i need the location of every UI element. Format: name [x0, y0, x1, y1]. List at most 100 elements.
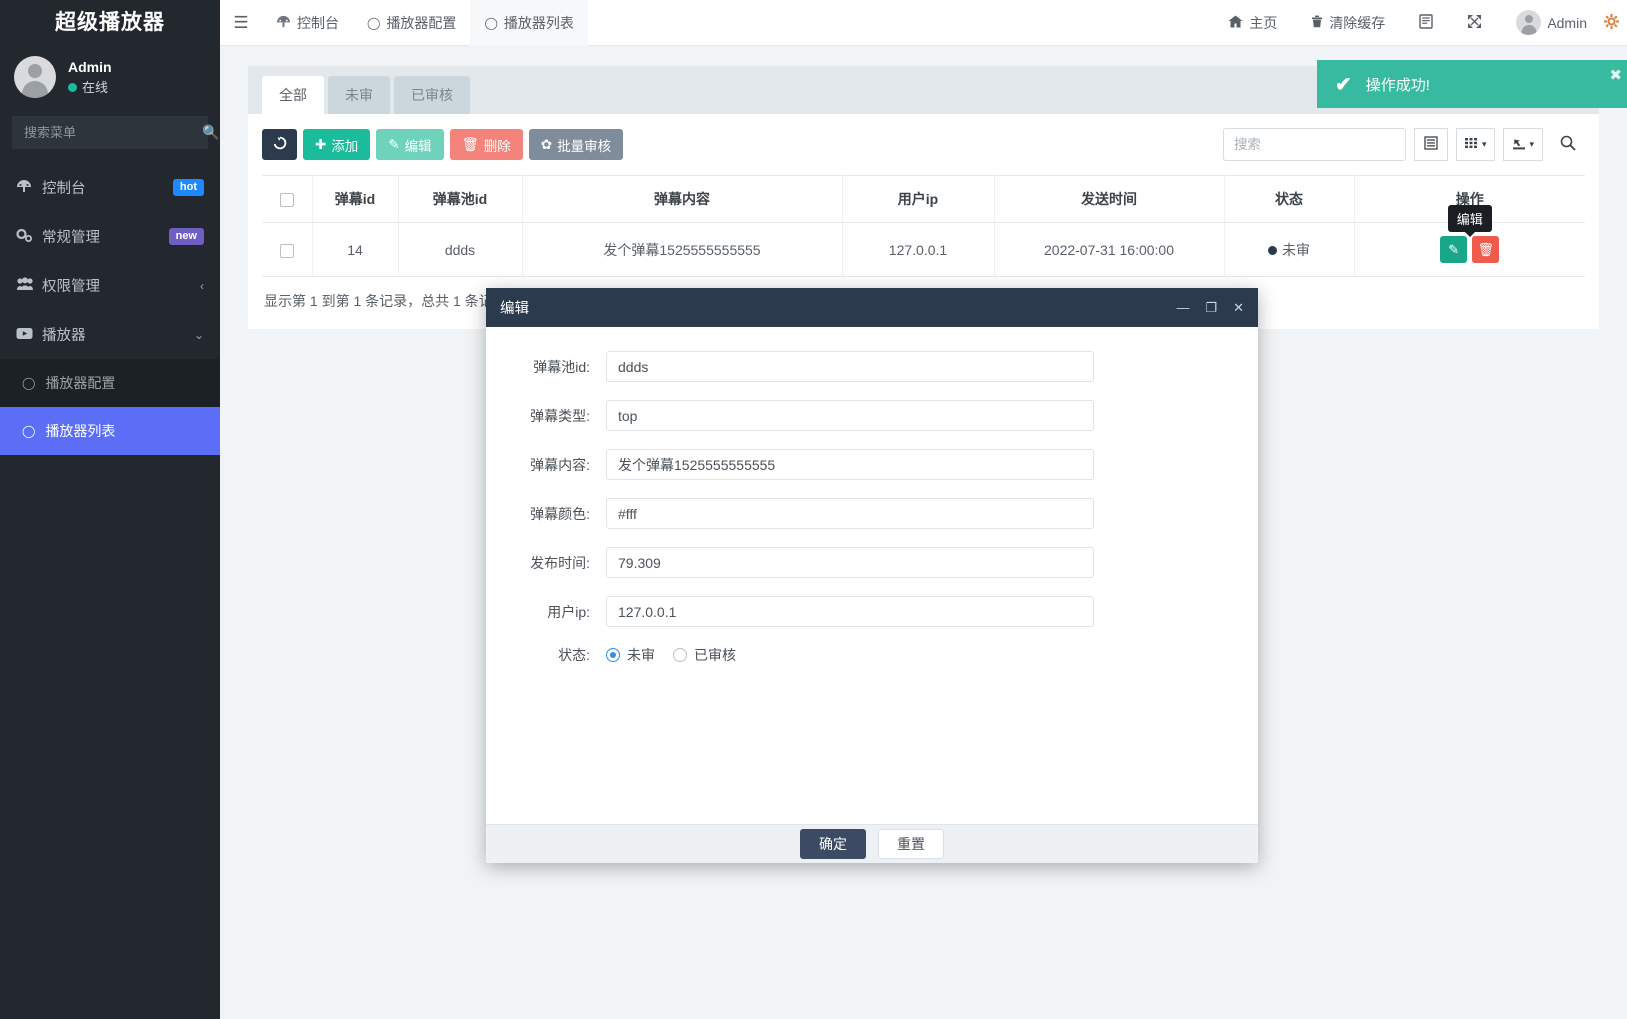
docs-button[interactable]: [1402, 0, 1450, 46]
sidebar-item-general[interactable]: 常规管理 new: [0, 212, 220, 261]
search-icon[interactable]: 🔍: [202, 124, 219, 141]
minimize-icon[interactable]: —: [1176, 300, 1189, 316]
circle-icon: ◯: [22, 376, 35, 390]
content-field[interactable]: [606, 449, 1094, 480]
field-label: 弹幕内容:: [486, 455, 606, 475]
sidebar-item-dashboard[interactable]: 控制台 hot: [0, 163, 220, 212]
clear-cache-button[interactable]: 清除缓存: [1294, 0, 1402, 46]
list-view-icon: [1424, 136, 1438, 153]
add-label: 添加: [331, 135, 358, 155]
select-all-checkbox[interactable]: [280, 193, 294, 207]
field-row-pool-id: 弹幕池id:: [486, 351, 1258, 382]
toast-message: 操作成功!: [1366, 74, 1430, 95]
trash-icon: 🗑: [1478, 242, 1495, 258]
dialog-title: 编辑: [500, 297, 1176, 318]
trash-icon: [1311, 15, 1323, 31]
column-header-send-time[interactable]: 发送时间: [994, 176, 1224, 223]
row-delete-button[interactable]: 🗑: [1472, 236, 1499, 263]
delete-button[interactable]: 🗑 删除: [450, 129, 523, 160]
sidebar-item-player[interactable]: 播放器 ⌄: [0, 310, 220, 359]
column-header-ip[interactable]: 用户ip: [842, 176, 994, 223]
tab-player-config[interactable]: ◯ 播放器配置: [353, 0, 470, 46]
row-checkbox[interactable]: [280, 244, 294, 258]
field-row-color: 弹幕颜色:: [486, 498, 1258, 529]
table-row[interactable]: 14 ddds 发个弹幕1525555555555 127.0.0.1 2022…: [262, 223, 1585, 277]
home-button[interactable]: 主页: [1211, 0, 1294, 46]
reset-button[interactable]: 重置: [878, 829, 944, 859]
close-icon[interactable]: ✕: [1233, 300, 1244, 316]
status-badge: new: [169, 228, 204, 245]
search-input[interactable]: [1223, 128, 1406, 161]
maximize-icon[interactable]: ❐: [1205, 300, 1217, 316]
close-icon[interactable]: ✖: [1609, 66, 1622, 84]
sidebar-user-block[interactable]: Admin 在线: [0, 46, 220, 108]
chevron-down-icon: ▾: [1482, 139, 1487, 150]
dialog-header[interactable]: 编辑 — ❐ ✕: [486, 288, 1258, 327]
sidebar: 超级播放器 Admin 在线 🔍 控制台 hot 常规管理 new: [0, 0, 220, 1019]
tab-label: 播放器列表: [504, 13, 574, 33]
radio-label: 已审核: [694, 645, 736, 665]
edit-button[interactable]: ✎ 编辑: [376, 129, 443, 160]
delete-label: 删除: [484, 135, 511, 155]
cell-actions: 编辑 ✎ 🗑: [1354, 223, 1585, 277]
list-view-button[interactable]: [1414, 128, 1448, 161]
fullscreen-button[interactable]: [1450, 0, 1499, 46]
export-button[interactable]: ▾: [1503, 128, 1543, 161]
batch-review-button[interactable]: ✿ 批量审核: [529, 129, 623, 160]
plus-icon: ✚: [315, 137, 326, 153]
tab-dashboard[interactable]: 控制台: [262, 0, 353, 46]
column-header-pool-id[interactable]: 弹幕池id: [398, 176, 522, 223]
field-label: 弹幕类型:: [486, 406, 606, 426]
user-status-label: 在线: [82, 78, 108, 98]
time-field[interactable]: [606, 547, 1094, 578]
sidebar-item-label: 常规管理: [42, 226, 169, 247]
content-tab-approved[interactable]: 已审核: [394, 76, 470, 114]
column-header-status[interactable]: 状态: [1224, 176, 1354, 223]
field-row-time: 发布时间:: [486, 547, 1258, 578]
row-edit-button[interactable]: ✎: [1440, 236, 1467, 263]
menu-search-input[interactable]: [22, 124, 202, 141]
columns-button[interactable]: ▾: [1456, 128, 1496, 161]
tab-player-list[interactable]: ◯ 播放器列表: [470, 0, 587, 46]
column-header-id[interactable]: 弹幕id: [312, 176, 398, 223]
toggle-search-button[interactable]: [1551, 128, 1585, 161]
tab-label: 播放器配置: [386, 13, 456, 33]
circle-icon: ◯: [367, 16, 380, 30]
status-radio-pending[interactable]: 未审: [606, 645, 655, 665]
user-menu[interactable]: Admin: [1499, 0, 1604, 46]
sidebar-item-player-config[interactable]: ◯ 播放器配置: [0, 359, 220, 407]
settings-button[interactable]: [1604, 0, 1627, 46]
add-button[interactable]: ✚ 添加: [303, 129, 370, 160]
status-badge: hot: [173, 179, 204, 196]
edit-label: 编辑: [405, 135, 432, 155]
data-table: 弹幕id 弹幕池id 弹幕内容 用户ip 发送时间 状态 操作 14 ddds: [262, 175, 1585, 277]
table-right-tools: ▾ ▾: [1223, 128, 1585, 161]
sidebar-search[interactable]: 🔍: [12, 116, 208, 149]
pencil-icon: ✎: [1448, 242, 1459, 258]
sidebar-item-permissions[interactable]: 权限管理 ‹: [0, 261, 220, 310]
radio-icon[interactable]: [606, 648, 620, 662]
type-field[interactable]: [606, 400, 1094, 431]
chevron-down-icon: ▾: [1529, 139, 1534, 150]
status-dot-icon: [1268, 246, 1277, 255]
ip-field[interactable]: [606, 596, 1094, 627]
table-toolbar: ✚ 添加 ✎ 编辑 🗑 删除 ✿ 批量审核: [262, 128, 1585, 161]
column-header-content[interactable]: 弹幕内容: [522, 176, 842, 223]
status-radio-approved[interactable]: 已审核: [673, 645, 736, 665]
sidebar-item-player-list[interactable]: ◯ 播放器列表: [0, 407, 220, 455]
user-status: 在线: [68, 78, 112, 98]
pool-id-field[interactable]: [606, 351, 1094, 382]
book-icon: [1419, 14, 1433, 32]
content-tab-all[interactable]: 全部: [262, 76, 324, 114]
select-all-header: [262, 176, 312, 223]
trash-icon: 🗑: [462, 137, 479, 153]
sidebar-item-label: 权限管理: [42, 275, 200, 296]
user-name: Admin: [68, 57, 112, 78]
refresh-button[interactable]: [262, 129, 297, 160]
hamburger-icon[interactable]: ☰: [220, 13, 262, 33]
color-field[interactable]: [606, 498, 1094, 529]
cell-ip: 127.0.0.1: [842, 223, 994, 277]
confirm-button[interactable]: 确定: [800, 829, 866, 859]
content-tab-pending[interactable]: 未审: [328, 76, 390, 114]
radio-icon[interactable]: [673, 648, 687, 662]
